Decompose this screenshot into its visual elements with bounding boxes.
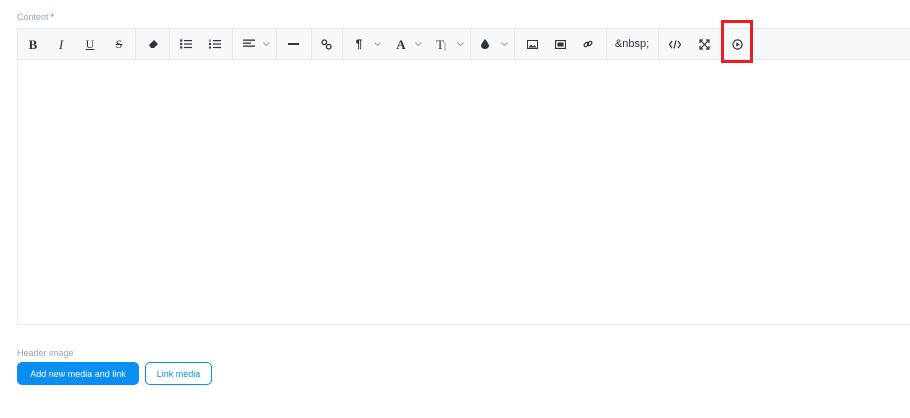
toolbar-divider [514,29,515,59]
bold-button[interactable]: B [22,29,44,59]
fullscreen-button[interactable] [693,29,715,59]
required-mark: * [50,12,55,22]
nbsp-button[interactable]: &nbsp; [611,29,653,59]
numbered-list-button[interactable] [204,29,226,59]
align-left-icon [243,39,255,47]
highlight-box [721,20,753,63]
image-icon [526,39,538,49]
editor-content-area[interactable] [18,59,910,324]
align-dropdown-chevron[interactable] [263,29,270,59]
bullet-list-icon [180,39,192,49]
rich-text-editor: B I U S ¶ A T| &nbsp; [17,28,910,325]
header-image-label: Header image [17,348,74,358]
align-button[interactable] [238,29,260,59]
font-icon: A [396,36,406,52]
toolbar-divider [606,29,607,59]
toolbar-divider [658,29,659,59]
content-field-label: Content * [17,12,54,22]
toolbar-divider [470,29,471,59]
link-media-button[interactable]: Link media [145,362,212,385]
code-icon [669,39,681,49]
media-icon [554,39,566,49]
italic-icon: I [58,36,64,52]
horizontal-rule-icon [287,43,299,45]
chevron-down-icon [501,41,508,46]
font-dropdown-chevron[interactable] [415,29,422,59]
font-size-caret: | [444,40,446,51]
paragraph-icon: ¶ [355,37,363,51]
droplet-icon [481,39,489,49]
clear-format-button[interactable] [142,29,164,59]
italic-button[interactable]: I [50,29,72,59]
paragraph-button[interactable]: ¶ [348,29,370,59]
nbsp-label: &nbsp; [614,38,650,50]
font-size-dropdown-chevron[interactable] [457,29,464,59]
toolbar-divider [342,29,343,59]
chevron-down-icon [457,41,464,46]
font-size-icon: T| [436,38,446,51]
font-family-button[interactable]: A [390,29,412,59]
font-size-glyph: T [436,36,445,52]
chevron-down-icon [374,41,381,46]
expand-icon [698,38,710,50]
insert-link-button[interactable] [577,29,599,59]
underline-icon: U [85,37,95,51]
content-label-text: Content [17,12,49,22]
bullet-list-button[interactable] [175,29,197,59]
toolbar-divider [232,29,233,59]
horizontal-rule-button[interactable] [282,29,304,59]
link-button[interactable] [315,29,337,59]
color-button[interactable] [474,29,496,59]
underline-button[interactable]: U [79,29,101,59]
eraser-icon [149,40,158,48]
paragraph-dropdown-chevron[interactable] [374,29,381,59]
font-size-button[interactable]: T| [430,29,452,59]
color-dropdown-chevron[interactable] [501,29,508,59]
toolbar-divider [169,29,170,59]
toolbar-divider [311,29,312,59]
code-view-button[interactable] [664,29,686,59]
numbered-list-icon [209,39,221,49]
chevron-down-icon [415,41,422,46]
toolbar-divider [135,29,136,59]
strikethrough-icon: S [115,37,123,51]
chevron-down-icon [263,41,270,46]
insert-image-button[interactable] [521,29,543,59]
add-new-media-button[interactable]: Add new media and link [17,362,139,385]
strikethrough-button[interactable]: S [108,29,130,59]
link-icon [320,38,332,50]
toolbar-divider [276,29,277,59]
bold-icon: B [28,36,38,52]
editor-toolbar: B I U S ¶ A T| &nbsp; [18,29,910,60]
chain-link-icon [583,40,593,48]
insert-media-button[interactable] [549,29,571,59]
